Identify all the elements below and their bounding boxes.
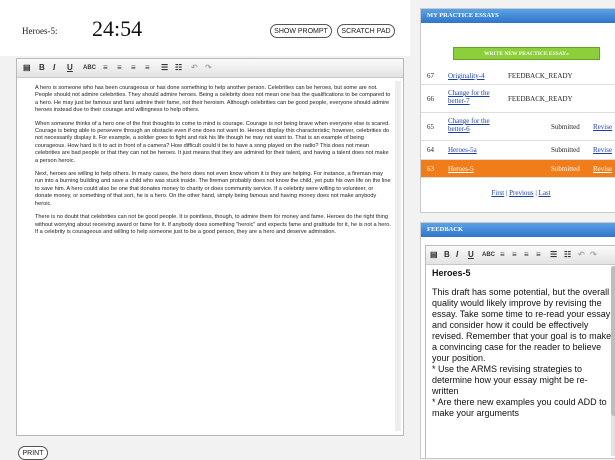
essay-paragraph: There is no doubt that celebrities can n…: [35, 214, 391, 235]
feedback-panel: FEEDBACK ▤ B I U ABC ≡ ≡ ≡ ≡ ☰ ☷ ↶ ↷ Her…: [420, 222, 615, 459]
feedback-bullet: * Are there new examples you could ADD t…: [432, 397, 607, 418]
underline-button[interactable]: U: [468, 249, 474, 260]
essay-link[interactable]: Change for the better-7: [448, 89, 504, 105]
redo-icon[interactable]: ↷: [205, 62, 212, 73]
practice-essays-panel: MY PRACTICE ESSAYS WRITE NEW PRACTICE ES…: [420, 8, 615, 213]
editor-scrollbar[interactable]: [395, 81, 401, 431]
feedback-toolbar: ▤ B I U ABC ≡ ≡ ≡ ≡ ☰ ☷ ↶ ↷: [426, 246, 615, 265]
status-text: FEEDBACK_READY: [508, 95, 573, 103]
table-row-selected[interactable]: 63 Heroes-5 Submitted Revise: [421, 160, 615, 178]
justify-icon[interactable]: ≡: [536, 249, 541, 260]
essay-workspace: Heroes-5: 24:54 SHOW PROMPT SCRATCH PAD …: [0, 0, 410, 460]
submitted-text: Submitted: [551, 123, 580, 131]
table-row: 66 Change for the better-7 FEEDBACK_READ…: [421, 85, 615, 113]
bullet-list-icon[interactable]: ☰: [161, 62, 168, 73]
underline-button[interactable]: U: [67, 62, 73, 73]
submitted-text: Submitted: [551, 146, 580, 154]
last-page-link[interactable]: Last: [539, 189, 551, 197]
feedback-text: Heroes-5 This draft has some potential, …: [432, 268, 612, 419]
undo-icon[interactable]: ↶: [191, 62, 198, 73]
feedback-bullet: * Use the ARMS revising strategies to de…: [432, 364, 588, 396]
revise-link[interactable]: Revise: [593, 123, 612, 131]
scratch-pad-button[interactable]: SCRATCH PAD: [337, 24, 395, 38]
first-page-link[interactable]: First: [491, 189, 504, 197]
table-row: 67 Originality-4 FEEDBACK_READY: [421, 67, 615, 85]
write-new-essay-button[interactable]: WRITE NEW PRACTICE ESSAY»: [453, 47, 600, 60]
previous-page-link[interactable]: Previous: [509, 189, 534, 197]
bullet-list-icon[interactable]: ☰: [550, 249, 557, 260]
row-number: 63: [427, 165, 434, 173]
feedback-paragraph: This draft has some potential, but the o…: [432, 287, 612, 363]
feedback-header: FEEDBACK: [421, 223, 615, 237]
justify-icon[interactable]: ≡: [145, 62, 150, 73]
countdown-timer: 24:54: [92, 16, 143, 41]
essay-paragraph: A hero is someone who has been courageou…: [35, 85, 391, 114]
essay-header-bar: Heroes-5: 24:54 SHOW PROMPT SCRATCH PAD: [0, 0, 410, 56]
practice-essays-header: MY PRACTICE ESSAYS: [421, 9, 615, 23]
row-number: 67: [427, 72, 434, 80]
numbered-list-icon[interactable]: ☷: [564, 249, 571, 260]
bold-button[interactable]: B: [444, 249, 450, 260]
pagination: First | Previous | Last: [491, 189, 551, 197]
document-icon[interactable]: ▤: [23, 62, 31, 73]
essay-paragraph: When someone thinks of a hero one of the…: [35, 120, 390, 164]
essay-link[interactable]: Change for the better-6: [448, 117, 504, 133]
revise-link[interactable]: Revise: [593, 146, 612, 154]
status-text: FEEDBACK_READY: [508, 72, 573, 80]
feedback-scrollbar-thumb[interactable]: [611, 266, 615, 416]
essay-link[interactable]: Heroes-5: [448, 165, 474, 173]
revise-link[interactable]: Revise: [593, 165, 612, 173]
align-left-icon[interactable]: ≡: [500, 249, 505, 260]
feedback-heading: Heroes-5: [432, 268, 471, 278]
print-button[interactable]: PRINT: [18, 446, 48, 460]
spellcheck-button[interactable]: ABC: [482, 250, 495, 261]
align-center-icon[interactable]: ≡: [117, 62, 122, 73]
essay-link[interactable]: Heroes-5a: [448, 146, 477, 154]
align-right-icon[interactable]: ≡: [524, 249, 529, 260]
row-number: 66: [427, 95, 434, 103]
align-left-icon[interactable]: ≡: [103, 62, 108, 73]
document-icon[interactable]: ▤: [430, 249, 438, 260]
undo-icon[interactable]: ↶: [578, 249, 585, 260]
row-number: 65: [427, 123, 434, 131]
align-right-icon[interactable]: ≡: [131, 62, 136, 73]
essay-text[interactable]: A hero is someone who has been courageou…: [35, 85, 391, 242]
feedback-editor[interactable]: ▤ B I U ABC ≡ ≡ ≡ ≡ ☰ ☷ ↶ ↷ Heroes-5 Thi…: [425, 245, 615, 458]
row-number: 64: [427, 146, 434, 154]
italic-button[interactable]: I: [456, 249, 458, 260]
essay-title: Heroes-5:: [22, 26, 58, 36]
table-row: 64 Heroes-5a Submitted Revise: [421, 141, 615, 160]
bold-button[interactable]: B: [39, 62, 45, 73]
editor-toolbar: ▤ B I U ABC ≡ ≡ ≡ ≡ ☰ ☷ ↶ ↷: [17, 59, 403, 78]
essay-editor[interactable]: ▤ B I U ABC ≡ ≡ ≡ ≡ ☰ ☷ ↶ ↷ A hero is so…: [16, 58, 404, 436]
table-row: 65 Change for the better-6 Submitted Rev…: [421, 113, 615, 141]
align-center-icon[interactable]: ≡: [512, 249, 517, 260]
redo-icon[interactable]: ↷: [590, 249, 597, 260]
numbered-list-icon[interactable]: ☷: [175, 62, 182, 73]
italic-button[interactable]: I: [53, 62, 55, 73]
show-prompt-button[interactable]: SHOW PROMPT: [270, 24, 332, 38]
submitted-text: Submitted: [551, 165, 580, 173]
spellcheck-button[interactable]: ABC: [83, 63, 96, 74]
essay-paragraph: Next, heroes are willing to help others.…: [35, 171, 391, 207]
essay-link[interactable]: Originality-4: [448, 72, 485, 80]
